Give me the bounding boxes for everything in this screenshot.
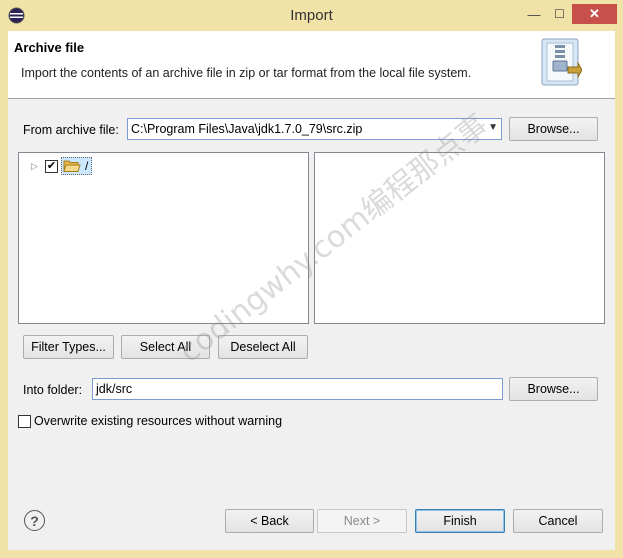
back-button[interactable]: < Back: [225, 509, 314, 533]
help-icon[interactable]: ?: [24, 510, 45, 531]
minimize-button[interactable]: —: [521, 5, 547, 23]
overwrite-label: Overwrite existing resources without war…: [34, 414, 283, 428]
title-bar[interactable]: Import — ☐ ✕: [0, 0, 623, 31]
filter-types-button[interactable]: Filter Types...: [23, 335, 114, 359]
archive-path-combo[interactable]: C:\Program Files\Java\jdk1.7.0_79\src.zi…: [127, 118, 502, 140]
open-folder-icon: [63, 160, 81, 172]
dialog-client-area: Archive file Import the contents of an a…: [8, 31, 615, 550]
tree-item-label: /: [85, 159, 89, 173]
archive-path-value: C:\Program Files\Java\jdk1.7.0_79\src.zi…: [131, 122, 363, 136]
tree-item-checkbox[interactable]: ✔: [45, 159, 58, 173]
file-list[interactable]: [314, 152, 605, 324]
browse-archive-button[interactable]: Browse...: [509, 117, 598, 141]
archive-import-graphic: [541, 38, 582, 86]
finish-button[interactable]: Finish: [415, 509, 505, 533]
into-folder-value: jdk/src: [96, 382, 133, 396]
tree-row[interactable]: ▷ ✔ /: [31, 157, 93, 175]
into-folder-label: Into folder:: [23, 383, 83, 397]
into-folder-input[interactable]: jdk/src: [92, 378, 503, 400]
chevron-down-icon[interactable]: ▼: [488, 122, 498, 133]
overwrite-checkbox[interactable]: [18, 414, 31, 428]
close-button[interactable]: ✕: [572, 4, 617, 24]
page-description: Import the contents of an archive file i…: [21, 66, 472, 80]
overwrite-option[interactable]: Overwrite existing resources without war…: [18, 414, 282, 428]
tree-expander-icon[interactable]: ▷: [31, 161, 43, 172]
browse-folder-button[interactable]: Browse...: [509, 377, 598, 401]
maximize-button[interactable]: ☐: [547, 5, 572, 23]
import-dialog-window: Import — ☐ ✕ Archive file Import the con…: [0, 0, 623, 558]
tree-item[interactable]: /: [61, 157, 93, 175]
from-archive-label: From archive file:: [23, 123, 119, 137]
archive-tree[interactable]: ▷ ✔ /: [18, 152, 309, 324]
page-title: Archive file: [14, 40, 85, 55]
deselect-all-button[interactable]: Deselect All: [218, 335, 308, 359]
cancel-button[interactable]: Cancel: [513, 509, 603, 533]
wizard-banner: Archive file Import the contents of an a…: [8, 31, 615, 99]
next-button[interactable]: Next >: [317, 509, 407, 533]
select-all-button[interactable]: Select All: [121, 335, 210, 359]
